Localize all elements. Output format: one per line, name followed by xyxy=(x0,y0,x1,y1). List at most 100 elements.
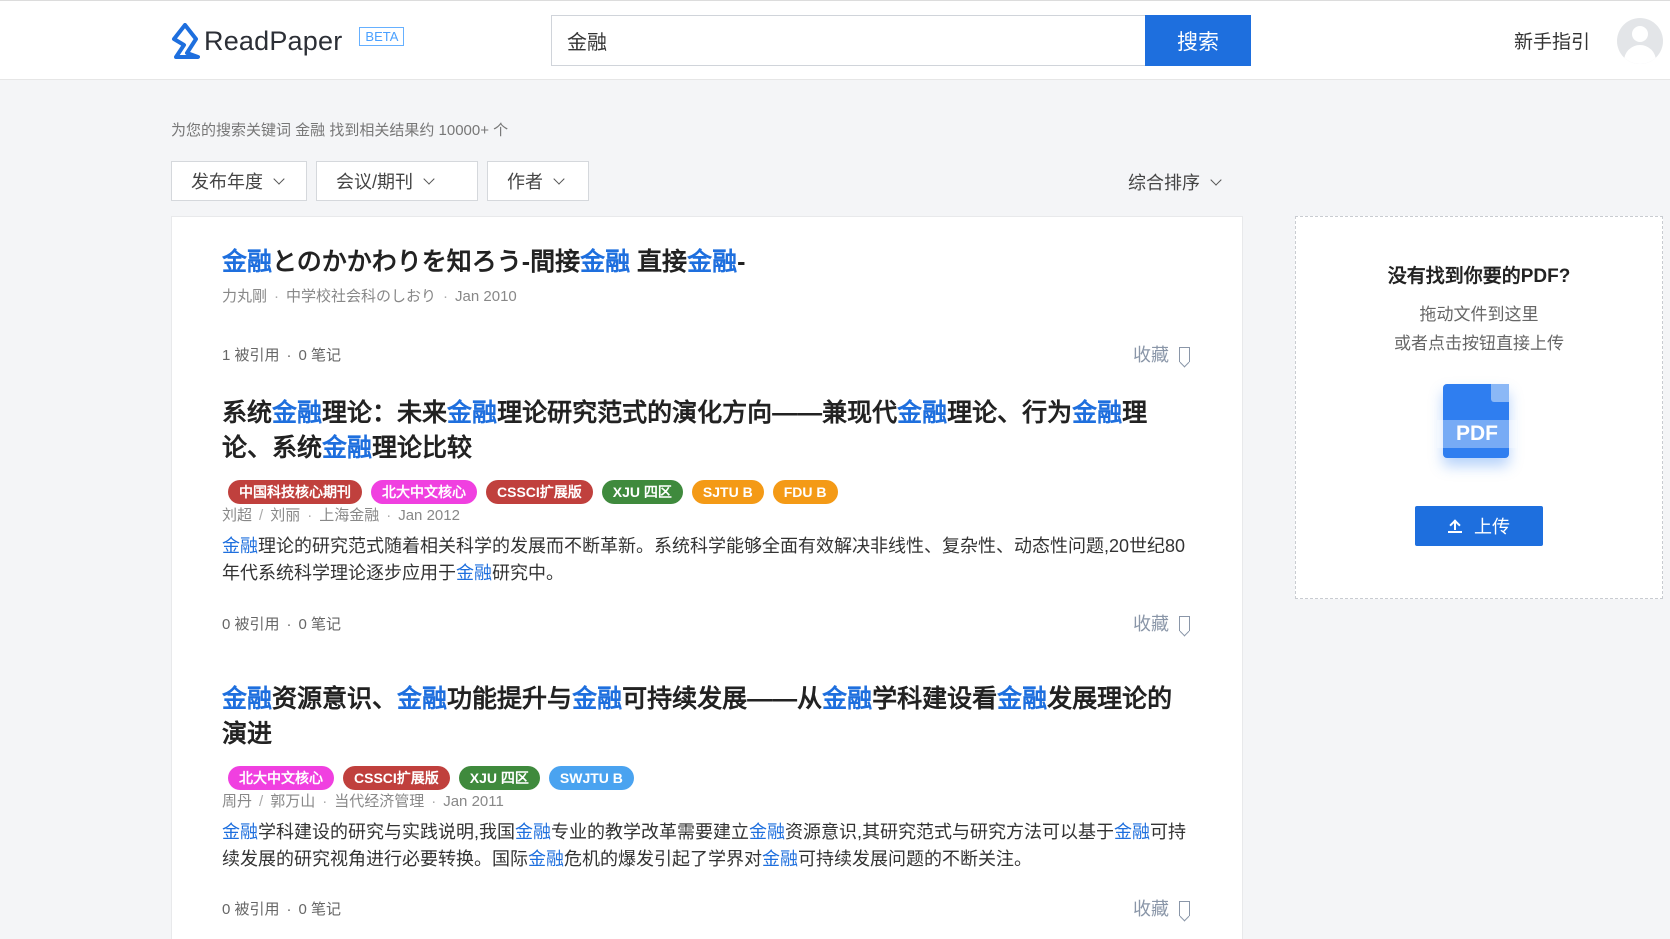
tag-badge: 北大中文核心 xyxy=(228,766,334,790)
tag-badge: XJU 四区 xyxy=(458,766,540,790)
filter-author[interactable]: 作者 xyxy=(487,161,589,201)
chevron-down-icon xyxy=(273,172,285,185)
result-item: 系统金融理论：未来金融理论研究范式的演化方向——兼现代金融理论、行为金融理论、系… xyxy=(222,396,1192,587)
text-segment: 可持续发展问题的不断关注。 xyxy=(798,849,1032,869)
result-meta: 周丹 / 郭万山 · 当代经济管理 · Jan 2011 xyxy=(222,793,504,810)
pdf-file-icon: PDF xyxy=(1437,384,1521,468)
upload-title: 没有找到你要的PDF? xyxy=(1387,266,1571,287)
result-stats: 0 被引用 · 0 笔记 xyxy=(222,616,342,633)
collect-label: 收藏 xyxy=(1133,899,1169,919)
text-segment: 理论、行为 xyxy=(947,399,1073,427)
logo[interactable]: ReadPaper BETA xyxy=(170,23,405,59)
filter-venue[interactable]: 会议/期刊 xyxy=(316,161,478,201)
tag-badge: SWJTU B xyxy=(548,766,634,790)
author-name[interactable]: 刘超 xyxy=(222,507,252,524)
search-input[interactable] xyxy=(551,15,1145,66)
tag-badge: CSSCI扩展版 xyxy=(343,766,450,790)
search-bar: 搜索 xyxy=(551,15,1251,66)
upload-button[interactable]: 上传 xyxy=(1415,506,1543,546)
keyword-highlight: 金融 xyxy=(749,822,785,842)
top-header: ReadPaper BETA 搜索 新手指引 xyxy=(0,0,1670,80)
citation-count: 0 被引用 xyxy=(222,616,280,633)
collect-button[interactable]: 收藏 xyxy=(1133,610,1190,636)
result-item: 金融资源意识、金融功能提升与金融可持续发展——从金融学科建设看金融发展理论的演进… xyxy=(222,682,1192,873)
chevron-down-icon xyxy=(553,172,565,185)
result-title[interactable]: 金融资源意识、金融功能提升与金融可持续发展——从金融学科建设看金融发展理论的演进 xyxy=(222,682,1192,752)
publish-date: Jan 2011 xyxy=(443,793,504,810)
text-segment: 理论：未来 xyxy=(322,399,448,427)
text-segment: 研究中。 xyxy=(492,563,564,583)
avatar[interactable] xyxy=(1617,18,1663,64)
keyword-highlight: 金融 xyxy=(272,399,323,427)
upload-arrow-icon xyxy=(1448,519,1462,533)
beta-badge: BETA xyxy=(359,26,405,46)
tag-list: 北大中文核心 CSSCI扩展版 XJU 四区 SWJTU B xyxy=(228,766,1192,790)
sort-label: 综合排序 xyxy=(1128,173,1200,193)
keyword-highlight: 金融 xyxy=(222,685,273,713)
text-segment: 危机的爆发引起了学界对 xyxy=(564,849,762,869)
text-segment: 理论的研究范式随着相关科学的发展而不断革新。系统科学能够全面有效解决非线性、复杂… xyxy=(222,536,1186,583)
result-summary: 为您的搜索关键词 金融 找到相关结果约 10000+ 个 xyxy=(171,122,509,139)
result-stats: 0 被引用 · 0 笔记 xyxy=(222,901,342,918)
guide-link[interactable]: 新手指引 xyxy=(1514,27,1590,54)
text-segment: 理论研究范式的演化方向——兼现代 xyxy=(497,399,898,427)
text-segment: 理论比较 xyxy=(372,434,473,462)
keyword-highlight: 金融 xyxy=(222,822,258,842)
keyword-highlight: 金融 xyxy=(997,685,1048,713)
upload-panel[interactable]: 没有找到你要的PDF? 拖动文件到这里 或者点击按钮直接上传 PDF 上传 xyxy=(1295,216,1663,599)
bookmark-icon xyxy=(1179,900,1190,916)
upload-hint-click: 或者点击按钮直接上传 xyxy=(1394,334,1564,353)
collect-button[interactable]: 收藏 xyxy=(1133,341,1190,367)
sort-dropdown[interactable]: 综合排序 xyxy=(1128,169,1222,195)
result-title[interactable]: 金融とのかかわりを知ろう-間接金融 直接金融- xyxy=(222,245,1192,280)
text-segment: 学科建设看 xyxy=(872,685,998,713)
keyword-highlight: 金融 xyxy=(762,849,798,869)
text-segment: 学科建设的研究与实践说明,我国 xyxy=(258,822,515,842)
text-segment: 资源意识、 xyxy=(272,685,398,713)
venue-name[interactable]: 中学校社会科のしおり xyxy=(286,288,436,305)
text-segment: - xyxy=(737,248,746,276)
logo-text: ReadPaper xyxy=(204,25,343,56)
chevron-down-icon xyxy=(423,172,435,185)
tag-badge: 中国科技核心期刊 xyxy=(228,480,362,504)
note-count: 0 笔记 xyxy=(298,616,342,633)
text-segment: 功能提升与 xyxy=(447,685,573,713)
result-abstract: 金融理论的研究范式随着相关科学的发展而不断革新。系统科学能够全面有效解决非线性、… xyxy=(222,533,1192,587)
chevron-down-icon xyxy=(1210,173,1222,186)
keyword-highlight: 金融 xyxy=(897,399,948,427)
venue-name[interactable]: 上海金融 xyxy=(319,507,379,524)
upload-button-label: 上传 xyxy=(1474,517,1510,537)
upload-hint-drag: 拖动文件到这里 xyxy=(1419,305,1539,324)
avatar-head-shape xyxy=(1632,26,1648,42)
text-segment: とのかかわりを知ろう-間接 xyxy=(272,248,581,276)
keyword-highlight: 金融 xyxy=(456,563,492,583)
tag-badge: CSSCI扩展版 xyxy=(486,480,593,504)
avatar-body-shape xyxy=(1624,45,1656,64)
keyword-highlight: 金融 xyxy=(580,248,631,276)
readpaper-logo-icon xyxy=(172,23,200,59)
tag-badge: SJTU B xyxy=(691,480,764,504)
author-name[interactable]: 力丸剛 xyxy=(222,288,267,305)
tag-badge: 北大中文核心 xyxy=(371,480,477,504)
filter-year-label: 发布年度 xyxy=(191,172,263,192)
keyword-highlight: 金融 xyxy=(528,849,564,869)
author-name[interactable]: 刘丽 xyxy=(270,507,300,524)
filter-author-label: 作者 xyxy=(507,172,543,192)
filter-year[interactable]: 发布年度 xyxy=(171,161,307,201)
note-count: 0 笔记 xyxy=(298,901,342,918)
text-segment: 可持续发展——从 xyxy=(622,685,823,713)
publish-date: Jan 2012 xyxy=(398,507,460,524)
keyword-highlight: 金融 xyxy=(1114,822,1150,842)
tag-badge: FDU B xyxy=(772,480,838,504)
result-stats: 1 被引用 · 0 笔记 xyxy=(222,347,342,364)
bookmark-icon xyxy=(1179,615,1190,631)
author-name[interactable]: 周丹 xyxy=(222,793,252,810)
venue-name[interactable]: 当代经济管理 xyxy=(334,793,424,810)
search-button[interactable]: 搜索 xyxy=(1145,15,1251,66)
keyword-highlight: 金融 xyxy=(822,685,873,713)
collect-button[interactable]: 收藏 xyxy=(1133,895,1190,921)
author-name[interactable]: 郭万山 xyxy=(270,793,315,810)
tag-badge: XJU 四区 xyxy=(601,480,683,504)
result-title[interactable]: 系统金融理论：未来金融理论研究范式的演化方向——兼现代金融理论、行为金融理论、系… xyxy=(222,396,1192,466)
pdf-icon-label: PDF xyxy=(1437,420,1517,448)
